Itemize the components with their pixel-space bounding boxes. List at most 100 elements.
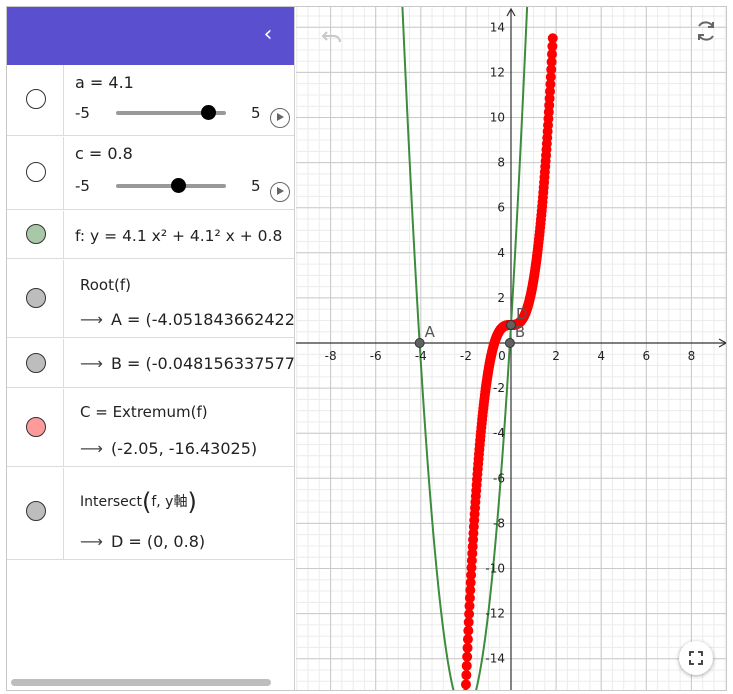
y-tick-label: 10 bbox=[490, 111, 505, 125]
slider-a-max: 5 bbox=[251, 104, 261, 122]
paren-close: ) bbox=[187, 488, 197, 516]
slider-c-max: 5 bbox=[251, 177, 261, 195]
trace-dot bbox=[462, 642, 473, 653]
marker-cell bbox=[7, 389, 64, 466]
arrow-icon: ⟶ bbox=[80, 354, 103, 373]
extremum-command[interactable]: C = Extremum(f) bbox=[80, 403, 208, 421]
algebra-header: ‹ bbox=[7, 7, 294, 65]
algebra-row-intersect[interactable]: Intersect(f, y軸) ⟶ D = (0, 0.8) bbox=[7, 468, 294, 560]
algebra-row-slider-a[interactable]: a = 4.1 -5 5 bbox=[7, 65, 294, 136]
trace-dot bbox=[460, 679, 471, 690]
point-a[interactable] bbox=[414, 338, 425, 348]
x-tick-label: -4 bbox=[415, 349, 427, 363]
visibility-toggle-icon[interactable] bbox=[26, 224, 46, 244]
y-tick-label: -4 bbox=[493, 426, 505, 440]
arrow-icon: ⟶ bbox=[80, 310, 103, 329]
play-animation-icon[interactable] bbox=[270, 182, 290, 202]
algebra-row-extremum[interactable]: C = Extremum(f) ⟶ (-2.05, -16.43025) bbox=[7, 389, 294, 467]
x-tick-label: -6 bbox=[370, 349, 382, 363]
trace-dot bbox=[461, 670, 472, 681]
root-result-b: ⟶ B = (-0.0481563375777, bbox=[80, 354, 295, 373]
algebra-row-root[interactable]: Root(f) ⟶ A = (-4.0518436624223, bbox=[7, 260, 295, 338]
slider-a-min: -5 bbox=[75, 104, 90, 122]
fullscreen-icon bbox=[689, 651, 703, 665]
intersect-result: ⟶ D = (0, 0.8) bbox=[80, 532, 205, 551]
point-b[interactable] bbox=[504, 338, 515, 348]
chevron-left-icon[interactable]: ‹ bbox=[256, 23, 280, 47]
marker-cell bbox=[7, 468, 64, 559]
algebra-row-function-f[interactable]: f: y = 4.1 x² + 4.1² x + 0.8 bbox=[7, 211, 294, 259]
slider-a-knob[interactable] bbox=[201, 105, 216, 120]
undo-icon[interactable] bbox=[321, 29, 343, 45]
x-tick-label: -8 bbox=[325, 349, 337, 363]
function-f-definition[interactable]: f: y = 4.1 x² + 4.1² x + 0.8 bbox=[75, 227, 282, 245]
root-result-a: ⟶ A = (-4.0518436624223, bbox=[80, 310, 295, 329]
y-tick-label: 8 bbox=[497, 156, 505, 170]
y-tick-label: 6 bbox=[497, 201, 505, 215]
marker-cell bbox=[7, 65, 64, 135]
y-tick-label: -12 bbox=[485, 607, 505, 621]
arrow-icon: ⟶ bbox=[80, 439, 103, 458]
y-tick-label: -6 bbox=[493, 471, 505, 485]
refresh-icon[interactable] bbox=[694, 19, 718, 43]
play-animation-icon[interactable] bbox=[270, 108, 290, 128]
y-tick-label: 2 bbox=[497, 291, 505, 305]
marker-cell bbox=[7, 260, 64, 337]
algebra-row-root-b[interactable]: ⟶ B = (-0.0481563375777, bbox=[7, 339, 295, 388]
y-tick-label: -14 bbox=[485, 652, 505, 666]
extremum-result: ⟶ (-2.05, -16.43025) bbox=[80, 439, 257, 458]
arrow-icon: ⟶ bbox=[80, 532, 103, 551]
slider-a-label[interactable]: a = 4.1 bbox=[75, 73, 134, 92]
graphics-view[interactable]: -8 -6 -4 -2 0 2 4 6 8 14 12 10 8 6 4 2 -2 -4 -6 -8 -10 -12 -14… bbox=[296, 7, 727, 690]
y-tick-label: 14 bbox=[490, 20, 505, 34]
extremum-result-text: (-2.05, -16.43025) bbox=[110, 439, 258, 458]
axes bbox=[296, 7, 726, 690]
slider-c-knob[interactable] bbox=[171, 178, 186, 193]
intersect-command[interactable]: Intersect(f, y軸) bbox=[80, 488, 197, 516]
algebra-row-slider-c[interactable]: c = 0.8 -5 5 bbox=[7, 137, 294, 210]
x-tick-label: -2 bbox=[460, 349, 472, 363]
root-result-b-text: B = (-0.0481563375777, bbox=[110, 354, 295, 373]
intersect-result-text: D = (0, 0.8) bbox=[110, 532, 206, 551]
intersect-command-name: Intersect bbox=[80, 494, 142, 510]
root-command[interactable]: Root(f) bbox=[80, 276, 131, 294]
y-tick-label: -10 bbox=[485, 562, 505, 576]
graph-canvas[interactable]: -8 -6 -4 -2 0 2 4 6 8 14 12 10 8 6 4 2 -2 -4 -6 -8 -10 -12 -14… bbox=[296, 7, 727, 690]
visibility-toggle-icon[interactable] bbox=[26, 162, 46, 182]
point-label-d: D bbox=[516, 305, 528, 323]
intersect-command-args: f, y軸 bbox=[151, 494, 188, 510]
algebra-panel: ‹ a = 4.1 -5 5 c = 0.8 -5 5 f: y = 4.1 x… bbox=[7, 7, 295, 690]
marker-cell bbox=[7, 137, 64, 209]
trace-dot bbox=[462, 634, 473, 645]
trace-dot bbox=[463, 625, 474, 636]
y-tick-label: 12 bbox=[490, 65, 505, 79]
root-result-a-text: A = (-4.0518436624223, bbox=[110, 310, 295, 329]
x-tick-label: 0 bbox=[498, 349, 506, 363]
x-tick-label: 6 bbox=[642, 349, 650, 363]
visibility-toggle-icon[interactable] bbox=[26, 501, 46, 521]
slider-c-min: -5 bbox=[75, 177, 90, 195]
marker-cell bbox=[7, 339, 64, 387]
horizontal-scrollbar[interactable] bbox=[11, 679, 271, 686]
y-tick-label: -2 bbox=[493, 381, 505, 395]
x-tick-label: 2 bbox=[552, 349, 560, 363]
marker-cell bbox=[7, 211, 64, 258]
visibility-toggle-icon[interactable] bbox=[26, 353, 46, 373]
paren-open: ( bbox=[141, 488, 152, 516]
point-label-a: A bbox=[425, 323, 436, 341]
visibility-toggle-icon[interactable] bbox=[26, 89, 46, 109]
app-frame: ‹ a = 4.1 -5 5 c = 0.8 -5 5 f: y = 4.1 x… bbox=[6, 6, 727, 691]
point-d[interactable] bbox=[506, 319, 516, 330]
visibility-toggle-icon[interactable] bbox=[26, 417, 46, 437]
point-label-b: B bbox=[515, 323, 525, 341]
y-tick-label: -8 bbox=[493, 516, 505, 530]
x-tick-label: 8 bbox=[688, 349, 696, 363]
y-tick-label: 4 bbox=[497, 246, 505, 260]
x-tick-label: 4 bbox=[597, 349, 605, 363]
trace-dot bbox=[462, 651, 473, 662]
fullscreen-button[interactable] bbox=[679, 641, 713, 675]
trace-dot bbox=[461, 660, 472, 671]
slider-c-label[interactable]: c = 0.8 bbox=[75, 144, 133, 163]
trace-dot bbox=[462, 688, 469, 690]
visibility-toggle-icon[interactable] bbox=[26, 288, 46, 308]
